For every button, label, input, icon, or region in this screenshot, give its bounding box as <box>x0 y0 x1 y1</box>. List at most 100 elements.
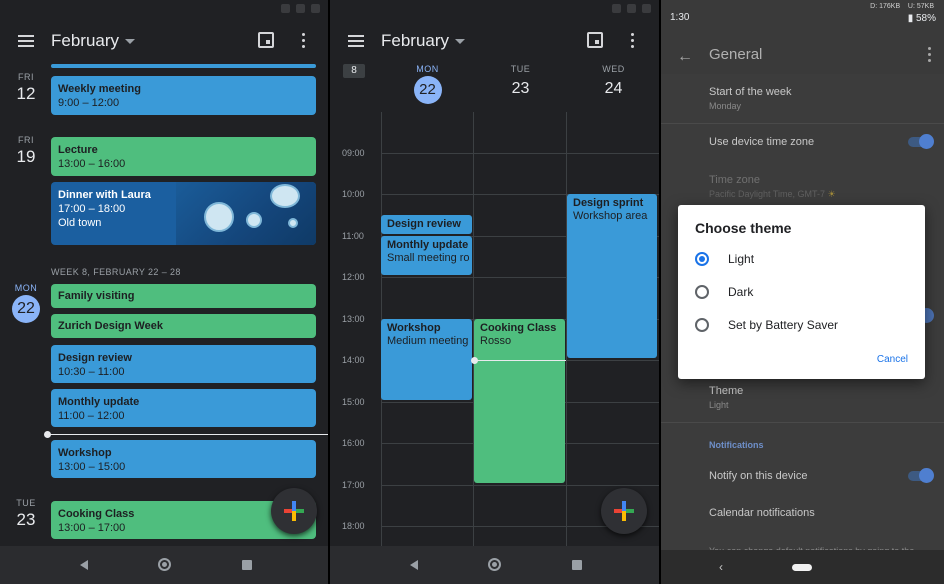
day-label: FRI 12 <box>16 72 36 103</box>
settings-general-screen: 1:30 D: 176KB U: 57KB ▮ 58% ← General St… <box>661 0 944 584</box>
time-zone-value: Pacific Daylight Time, GMT-7 ☀ <box>709 189 836 199</box>
theme-option-battery-saver[interactable]: Set by Battery Saver <box>695 318 838 332</box>
today-calendar-icon[interactable] <box>258 32 274 48</box>
status-bar <box>330 0 659 18</box>
hour-label: 12:00 <box>342 272 365 282</box>
recents-icon[interactable] <box>572 560 582 570</box>
choose-theme-dialog: Choose theme Light Dark Set by Battery S… <box>678 205 925 379</box>
current-time-line <box>474 360 566 361</box>
setting-theme[interactable]: Theme Light <box>709 385 934 410</box>
event-cooking-class[interactable]: Cooking Class Rosso <box>474 319 565 483</box>
create-event-button[interactable] <box>271 488 317 534</box>
event-weekly-meeting[interactable]: Weekly meeting 9:00 – 12:00 <box>51 76 316 115</box>
day-label-today: MON 22 <box>0 283 52 323</box>
month-title: February <box>51 31 120 50</box>
chevron-down-icon <box>125 39 136 45</box>
today-calendar-icon[interactable] <box>587 32 603 48</box>
menu-icon[interactable] <box>18 35 34 47</box>
device-time-zone-toggle[interactable] <box>908 134 934 149</box>
event-family-visiting[interactable]: Family visiting <box>51 284 316 308</box>
app-bar: February <box>330 18 659 64</box>
day-header-row: 8 MON 22 TUE 23 WED 24 <box>330 64 659 112</box>
hour-label: 10:00 <box>342 189 365 199</box>
recents-icon[interactable] <box>242 560 252 570</box>
sun-icon: ☀ <box>827 189 836 199</box>
back-icon[interactable] <box>410 560 418 570</box>
event-workshop[interactable]: Workshop 13:00 – 15:00 <box>51 440 316 478</box>
cancel-button[interactable]: Cancel <box>877 354 908 365</box>
month-title: February <box>381 31 450 50</box>
event-design-review[interactable]: Design review <box>381 215 472 234</box>
setting-start-of-week[interactable]: Start of the week Monday <box>709 86 934 111</box>
event-zurich-design-week[interactable]: Zurich Design Week <box>51 314 316 338</box>
hour-label: 11:00 <box>342 231 364 241</box>
event-dinner-with-laura[interactable]: Dinner with Laura 17:00 – 18:00 Old town <box>51 182 316 245</box>
day-label: FRI 19 <box>16 135 36 166</box>
hour-label: 14:00 <box>342 355 365 365</box>
day-header[interactable]: TUE 23 <box>474 64 567 98</box>
setting-notify-on-device[interactable]: Notify on this device <box>709 470 934 482</box>
more-options-icon[interactable] <box>302 33 306 49</box>
more-options-icon[interactable] <box>631 33 635 49</box>
create-event-button[interactable] <box>601 488 647 534</box>
event-design-sprint[interactable]: Design sprint Workshop area <box>567 194 657 358</box>
notify-toggle[interactable] <box>908 468 934 483</box>
event-workshop[interactable]: Workshop Medium meeting <box>381 319 472 400</box>
setting-use-device-time-zone[interactable]: Use device time zone <box>709 136 934 148</box>
system-nav-bar <box>330 546 659 584</box>
week-number-badge: 8 <box>343 64 365 78</box>
notifications-section-header: Notifications <box>709 440 764 450</box>
three-day-view-screen: February 8 MON 22 TUE 23 WED 24 09:00 10… <box>330 0 659 584</box>
back-icon[interactable]: ‹ <box>719 560 723 574</box>
system-nav-bar <box>0 546 328 584</box>
schedule-view-screen: February FRI 12 Weekly meeting 9:00 – 12… <box>0 0 328 584</box>
chevron-down-icon <box>455 39 466 45</box>
system-nav-bar: ‹ <box>661 550 944 584</box>
month-selector[interactable]: February <box>381 31 466 51</box>
settings-app-bar: ← General <box>661 34 944 74</box>
radio-icon[interactable] <box>695 285 709 299</box>
hour-label: 17:00 <box>342 480 365 490</box>
back-arrow-icon[interactable]: ← <box>677 48 693 66</box>
battery-icon: ▮ <box>907 13 914 24</box>
current-time-dot <box>471 357 478 364</box>
menu-icon[interactable] <box>348 35 364 47</box>
home-icon[interactable] <box>488 558 501 571</box>
day-label: TUE 23 <box>16 498 36 529</box>
status-time: 1:30 <box>670 12 690 23</box>
back-icon[interactable] <box>80 560 88 570</box>
hour-label: 13:00 <box>342 314 365 324</box>
radio-selected-icon[interactable] <box>695 252 709 266</box>
hour-label: 09:00 <box>342 148 365 158</box>
event-monthly-update[interactable]: Monthly update Small meeting ro <box>381 236 472 275</box>
settings-title: General <box>709 46 763 63</box>
time-grid[interactable]: 09:00 10:00 11:00 12:00 13:00 14:00 15:0… <box>330 112 659 546</box>
theme-option-dark[interactable]: Dark <box>695 285 753 299</box>
network-speed: D: 176KB U: 57KB <box>870 3 934 10</box>
current-time-line <box>47 434 328 435</box>
hour-label: 15:00 <box>342 397 365 407</box>
event-monthly-update[interactable]: Monthly update 11:00 – 12:00 <box>51 389 316 427</box>
month-selector[interactable]: February <box>51 31 136 51</box>
theme-option-light[interactable]: Light <box>695 252 754 266</box>
day-header[interactable]: WED 24 <box>567 64 659 98</box>
home-pill[interactable] <box>792 564 812 571</box>
day-header-today[interactable]: MON 22 <box>381 64 474 104</box>
battery-level: ▮ 58% <box>907 13 936 24</box>
setting-calendar-notifications[interactable]: Calendar notifications <box>709 507 934 519</box>
event-lecture[interactable]: Lecture 13:00 – 16:00 <box>51 137 316 176</box>
status-bar: 1:30 D: 176KB U: 57KB ▮ 58% <box>661 0 944 34</box>
hour-label: 18:00 <box>342 521 365 531</box>
week-header: WEEK 8, FEBRUARY 22 – 28 <box>51 267 181 277</box>
dialog-title: Choose theme <box>695 220 792 236</box>
event-continuation[interactable] <box>51 64 316 68</box>
hour-label: 16:00 <box>342 438 365 448</box>
setting-time-zone: Time zone Pacific Daylight Time, GMT-7 ☀ <box>709 174 934 200</box>
status-bar <box>0 0 328 18</box>
current-time-dot <box>44 431 51 438</box>
more-options-icon[interactable] <box>928 47 932 65</box>
app-bar: February <box>0 18 328 64</box>
home-icon[interactable] <box>158 558 171 571</box>
radio-icon[interactable] <box>695 318 709 332</box>
event-design-review[interactable]: Design review 10:30 – 11:00 <box>51 345 316 383</box>
